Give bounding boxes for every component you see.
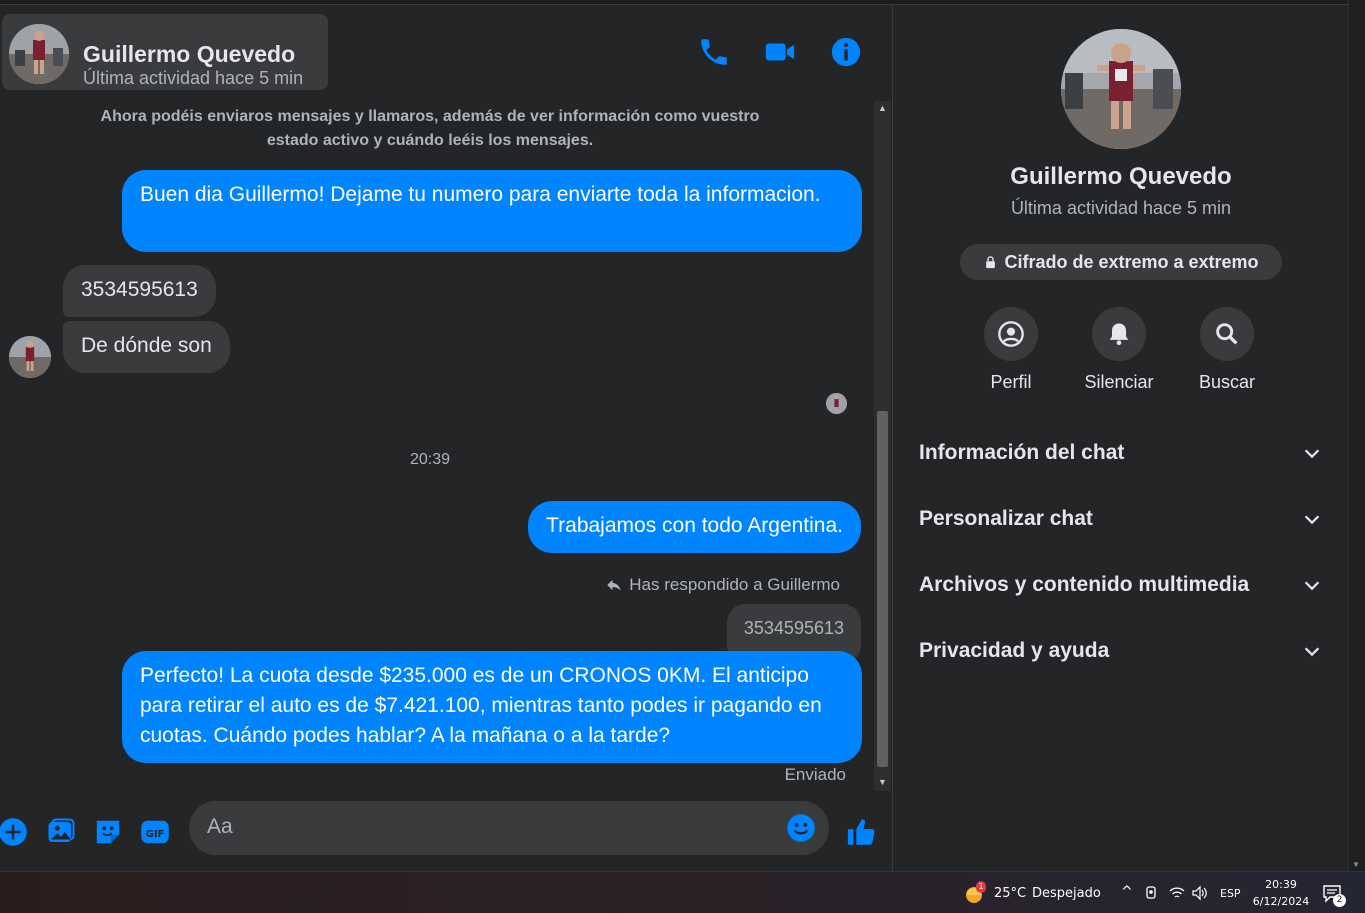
section-label: Personalizar chat (919, 507, 1093, 530)
volume-icon[interactable] (1191, 885, 1209, 901)
window-scrollbar[interactable]: ▼ (1348, 0, 1365, 871)
chat-details-panel: Guillermo Quevedo Última actividad hace … (894, 5, 1348, 871)
notification-count: 2 (1333, 894, 1346, 907)
svg-text:GIF: GIF (146, 829, 165, 840)
search-action[interactable]: Buscar (1177, 307, 1277, 393)
message-outgoing[interactable]: Perfecto! La cuota desde $235.000 es de … (122, 651, 862, 763)
section-chat-info[interactable]: Información del chat (919, 433, 1323, 473)
clock-date[interactable]: 6/12/2024 (1250, 895, 1312, 908)
chevron-down-icon (1304, 647, 1320, 657)
message-input[interactable]: Aa (189, 801, 829, 855)
sticker-icon[interactable] (93, 817, 123, 847)
encryption-label: Cifrado de extremo a extremo (1004, 251, 1259, 272)
message-incoming[interactable]: 3534595613 (63, 265, 216, 317)
profile-name: Guillermo Quevedo (1010, 163, 1232, 190)
scroll-thumb[interactable] (877, 411, 888, 767)
weather-temp[interactable]: 25°C (994, 886, 1026, 901)
scroll-up-arrow[interactable]: ▲ (874, 101, 891, 115)
chevron-down-icon (1304, 581, 1320, 591)
message-scrollbar[interactable]: ▲ ▼ (874, 101, 891, 791)
scroll-down-arrow[interactable]: ▼ (874, 775, 891, 789)
section-label: Archivos y contenido multimedia (919, 573, 1250, 596)
chevron-up-icon[interactable]: ^ (1121, 884, 1133, 900)
message-outgoing[interactable]: Buen dia Guillermo! Dejame tu numero par… (122, 170, 862, 252)
read-receipt-avatar (826, 393, 847, 414)
wifi-icon[interactable] (1169, 886, 1185, 900)
video-icon[interactable] (763, 35, 797, 69)
image-icon[interactable] (46, 817, 76, 847)
section-media-files[interactable]: Archivos y contenido multimedia (919, 565, 1323, 605)
like-icon[interactable] (845, 815, 879, 849)
mute-action-label: Silenciar (1084, 372, 1154, 392)
chat-panel: Guillermo Quevedo Última actividad hace … (0, 5, 893, 871)
message-timestamp: 20:39 (409, 451, 451, 468)
message-composer: GIF Aa (0, 791, 893, 871)
lock-icon (986, 255, 996, 268)
profile-status: Última actividad hace 5 min (1010, 198, 1232, 218)
search-icon[interactable] (1200, 307, 1254, 361)
contact-status: Última actividad hace 5 min (83, 68, 304, 88)
reply-icon (607, 579, 622, 591)
chat-header: Guillermo Quevedo Última actividad hace … (0, 5, 893, 101)
section-label: Información del chat (919, 441, 1125, 464)
taskbar: 1 25°C Despejado ^ ESP 20:39 6/12/2024 2 (0, 871, 1365, 913)
bell-icon[interactable] (1092, 307, 1146, 361)
chat-notice: Ahora podéis enviaros mensajes y llamaro… (100, 108, 760, 149)
message-list[interactable]: Ahora podéis enviaros mensajes y llamaro… (0, 101, 872, 791)
profile-action-label: Perfil (990, 372, 1032, 392)
reply-indicator-text: Has respondido a Guillermo (629, 575, 840, 594)
weather-condition[interactable]: Despejado (1032, 886, 1101, 901)
gif-icon[interactable]: GIF (140, 817, 170, 847)
search-action-label: Buscar (1198, 372, 1256, 392)
section-privacy-support[interactable]: Privacidad y ayuda (919, 631, 1323, 671)
section-customize-chat[interactable]: Personalizar chat (919, 499, 1323, 539)
clock-time[interactable]: 20:39 (1254, 878, 1308, 891)
profile-action[interactable]: Perfil (961, 307, 1061, 393)
message-incoming[interactable]: De dónde son (63, 321, 230, 373)
language-indicator[interactable]: ESP (1220, 887, 1241, 900)
contact-avatar[interactable] (9, 24, 69, 84)
info-icon[interactable] (829, 35, 863, 69)
delivery-status: Enviado (784, 765, 846, 784)
contact-header-button[interactable]: Guillermo Quevedo Última actividad hace … (2, 14, 328, 90)
contact-name: Guillermo Quevedo (83, 41, 296, 67)
encryption-badge[interactable]: Cifrado de extremo a extremo (960, 244, 1282, 280)
reply-indicator: Has respondido a Guillermo (605, 575, 840, 595)
plus-icon[interactable] (0, 817, 28, 847)
weather-badge: 1 (976, 881, 986, 893)
message-outgoing[interactable]: Trabajamos con todo Argentina. (528, 501, 861, 553)
message-input-placeholder: Aa (207, 815, 233, 838)
mute-action[interactable]: Silenciar (1069, 307, 1169, 393)
emoji-icon[interactable] (786, 813, 816, 843)
sender-avatar (9, 336, 51, 378)
chevron-down-icon (1304, 515, 1320, 525)
chevron-down-icon (1304, 449, 1320, 459)
scroll-down-arrow[interactable]: ▼ (1352, 860, 1360, 869)
phone-icon[interactable] (697, 35, 731, 69)
meet-now-icon[interactable] (1145, 885, 1159, 901)
profile-avatar[interactable] (1061, 29, 1181, 149)
profile-icon[interactable] (984, 307, 1038, 361)
section-label: Privacidad y ayuda (919, 639, 1110, 662)
